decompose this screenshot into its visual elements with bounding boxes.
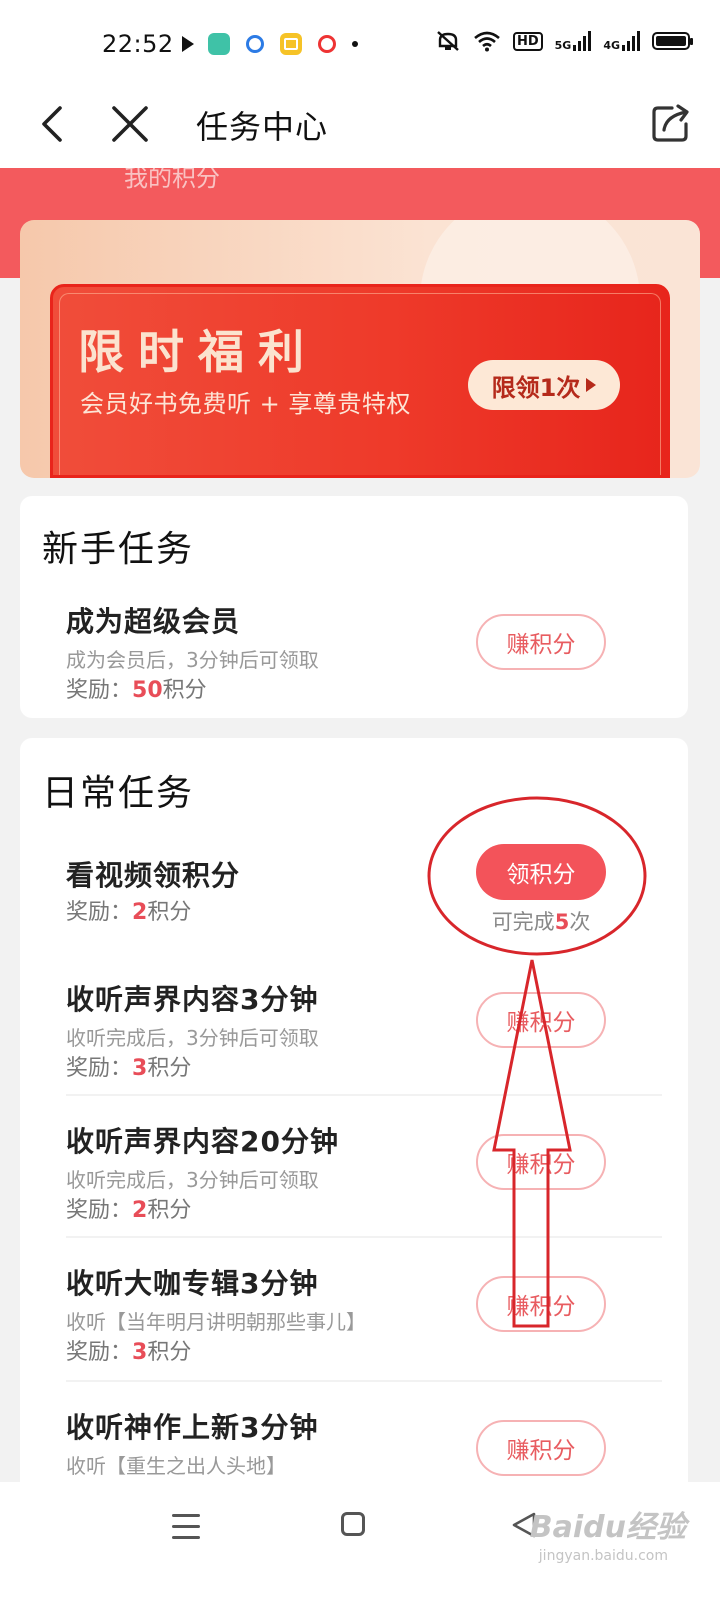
task-reward: 奖励：3积分 <box>66 1056 192 1081</box>
reward-points: 2 <box>132 900 148 925</box>
task-reward: 奖励：50积分 <box>66 678 207 703</box>
task-name: 收听声界内容3分钟 <box>66 983 319 1016</box>
status-bar: 22:52 HD 5G 4G <box>0 0 720 86</box>
reward-points: 3 <box>132 1056 148 1081</box>
signal-4g: 4G <box>603 31 640 51</box>
watermark-url: jingyan.baidu.com <box>538 1548 668 1564</box>
claim-once-label: 限领1次 <box>491 373 581 402</box>
task-reward: 奖励：3积分 <box>66 1340 192 1365</box>
menu-icon[interactable] <box>172 1514 200 1540</box>
task-name: 收听声界内容20分钟 <box>66 1125 339 1158</box>
nav-bar: 任务中心 <box>0 86 720 168</box>
battery-icon <box>652 32 693 50</box>
reward-points: 2 <box>132 1198 148 1223</box>
newbie-tasks-card: 新手任务 成为超级会员 成为会员后，3分钟后可领取 奖励：50积分 赚积分 <box>20 496 688 718</box>
network-type-label: 4G <box>603 39 620 52</box>
wifi-icon <box>474 31 500 52</box>
signal-icon <box>622 31 640 51</box>
earn-points-button[interactable]: 赚积分 <box>476 614 606 670</box>
watermark: Baidu经验 <box>529 1510 686 1545</box>
signal-5g: 5G <box>555 31 592 51</box>
app-notification-icon <box>316 33 338 55</box>
close-icon[interactable] <box>108 102 152 146</box>
earn-points-button[interactable]: 赚积分 <box>476 1134 606 1190</box>
task-reward: 奖励：2积分 <box>66 900 192 925</box>
mute-icon <box>437 31 459 51</box>
divider <box>66 1236 662 1238</box>
app-notification-icon <box>280 33 302 55</box>
task-description: 成为会员后，3分钟后可领取 <box>66 648 319 672</box>
claim-once-button[interactable]: 限领1次 <box>468 360 620 410</box>
earn-points-button[interactable]: 赚积分 <box>476 1420 606 1476</box>
share-icon[interactable] <box>650 102 692 144</box>
earn-points-button[interactable]: 赚积分 <box>476 1276 606 1332</box>
chevron-left-icon[interactable] <box>34 102 78 146</box>
task-name: 收听大咖专辑3分钟 <box>66 1267 319 1300</box>
task-description: 收听完成后，3分钟后可领取 <box>66 1168 319 1192</box>
task-name: 收听神作上新3分钟 <box>66 1411 319 1444</box>
daily-tasks-card: 日常任务 看视频领积分 奖励：2积分 领积分 可完成5次 收听声界内容3分钟 收… <box>20 738 688 1498</box>
more-notifications-dot <box>352 41 358 47</box>
notification-icons <box>182 33 358 55</box>
divider <box>66 1380 662 1382</box>
home-icon[interactable] <box>341 1512 365 1536</box>
app-notification-icon <box>244 33 266 55</box>
page-title: 任务中心 <box>196 108 329 146</box>
reward-points: 3 <box>132 1340 148 1365</box>
banner-subtitle: 会员好书免费听 + 享尊贵特权 <box>80 390 411 418</box>
divider <box>66 1094 662 1096</box>
earn-points-button[interactable]: 赚积分 <box>476 992 606 1048</box>
task-description: 收听【当年明月讲明朝那些事儿】 <box>66 1310 366 1334</box>
task-name: 成为超级会员 <box>66 605 241 638</box>
app-notification-icon <box>208 33 230 55</box>
claim-points-button[interactable]: 领积分 <box>476 844 606 900</box>
task-description: 收听完成后，3分钟后可领取 <box>66 1026 319 1050</box>
task-name: 看视频领积分 <box>66 859 241 892</box>
hd-badge: HD <box>512 31 543 51</box>
section-title: 新手任务 <box>42 529 195 570</box>
task-reward: 奖励：2积分 <box>66 1198 192 1223</box>
banner-title: 限时福利 <box>78 325 318 379</box>
network-type-label: 5G <box>554 39 572 52</box>
status-time: 22:52 <box>102 30 174 58</box>
reward-points: 50 <box>132 678 163 703</box>
my-points-label: 我的积分 <box>124 168 220 192</box>
signal-icon <box>573 31 592 51</box>
play-arrow-icon <box>586 378 597 392</box>
section-title: 日常任务 <box>42 773 195 814</box>
system-status-icons: HD 5G 4G <box>435 30 693 52</box>
remaining-count: 可完成5次 <box>491 910 591 934</box>
play-icon <box>182 36 194 52</box>
task-description: 收听【重生之出人头地】 <box>66 1454 286 1478</box>
